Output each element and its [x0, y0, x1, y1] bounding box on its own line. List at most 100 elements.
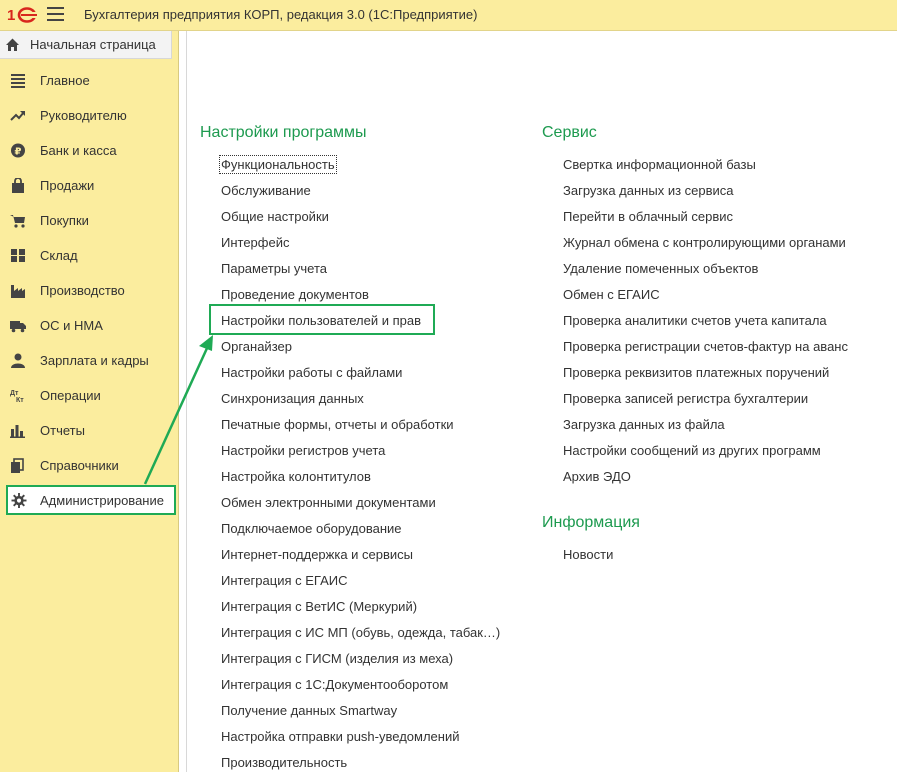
sidebar-item-label: Продажи [40, 178, 95, 193]
link-item[interactable]: Интеграция с ИС МП (обувь, одежда, табак… [221, 625, 500, 640]
hamburger-icon[interactable] [47, 7, 64, 23]
sidebar-item-main[interactable]: Главное [0, 63, 179, 98]
link-item[interactable]: Общие настройки [221, 209, 329, 224]
sidebar-item-reports[interactable]: Отчеты [0, 413, 179, 448]
link-item[interactable]: Обслуживание [221, 183, 311, 198]
link-item[interactable]: Новости [563, 547, 613, 562]
sidebar-item-bank[interactable]: ₽ Банк и касса [0, 133, 179, 168]
link-item[interactable]: Журнал обмена с контролирующими органами [563, 235, 846, 250]
link-item[interactable]: Перейти в облачный сервис [563, 209, 733, 224]
ruble-icon: ₽ [11, 143, 25, 158]
grid-icon [11, 249, 25, 262]
link-label: Обмен с ЕГАИС [563, 287, 660, 302]
cart-icon [10, 215, 25, 228]
link-item[interactable]: Интеграция с ГИСМ (изделия из меха) [221, 651, 453, 666]
link-label: Загрузка данных из сервиса [563, 183, 734, 198]
link-item[interactable]: Синхронизация данных [221, 391, 364, 406]
link-item[interactable]: Проверка записей регистра бухгалтерии [563, 391, 808, 406]
link-item[interactable]: Настройки регистров учета [221, 443, 385, 458]
link-label: Подключаемое оборудование [221, 521, 402, 536]
link-label: Интеграция с ГИСМ (изделия из меха) [221, 651, 454, 666]
link-item[interactable]: Получение данных Smartway [221, 703, 397, 718]
link-label: Проведение документов [221, 287, 369, 302]
link-label: Обслуживание [221, 183, 311, 198]
link-item[interactable]: Интернет-поддержка и сервисы [221, 547, 413, 562]
link-label: Интеграция с ИС МП (обувь, одежда, табак… [221, 625, 501, 640]
svg-text:1: 1 [7, 7, 15, 24]
sidebar-item-assets[interactable]: ОС и НМА [0, 308, 179, 343]
link-item[interactable]: Загрузка данных из файла [563, 417, 725, 432]
sidebar-item-purchases[interactable]: Покупки [0, 203, 179, 238]
sidebar-item-references[interactable]: Справочники [0, 448, 179, 483]
sidebar-item-label: Зарплата и кадры [40, 353, 149, 368]
section-title-service: Сервис [542, 124, 597, 141]
link-label: Перейти в облачный сервис [563, 209, 734, 224]
link-item[interactable]: Настройки сообщений из других программ [563, 443, 821, 458]
link-item[interactable]: Загрузка данных из сервиса [563, 183, 734, 198]
sidebar-item-warehouse[interactable]: Склад [0, 238, 179, 273]
1c-logo-icon[interactable]: 1 [7, 5, 39, 25]
link-item[interactable]: Органайзер [221, 339, 292, 354]
link-label: Проверка регистрации счетов-фактур на ав… [563, 339, 848, 354]
section-title-info: Информация [542, 514, 640, 531]
section-title-program-settings: Настройки программы [200, 124, 367, 141]
sidebar-item-label: Администрирование [40, 493, 164, 508]
link-label: Загрузка данных из файла [563, 417, 725, 432]
link-label: Производительность [221, 755, 348, 770]
sidebar-item-label: Начальная страница [30, 37, 156, 52]
sidebar-item-home[interactable]: Начальная страница [0, 31, 172, 59]
link-item[interactable]: Интеграция с 1С:Документооборотом [221, 677, 448, 692]
link-label: Интеграция с ВетИС (Меркурий) [221, 599, 418, 614]
link-item[interactable]: Свертка информационной базы [563, 157, 756, 172]
link-label: Интеграция с 1С:Документооборотом [221, 677, 449, 692]
link-label: Органайзер [221, 339, 292, 354]
sidebar-item-sales[interactable]: Продажи [0, 168, 179, 203]
sidebar-item-label: Банк и касса [40, 143, 117, 158]
sidebar-nav: Главное Руководителю ₽ Банк и касса Прод… [0, 63, 179, 518]
sidebar-item-label: Справочники [40, 458, 119, 473]
sidebar-item-production[interactable]: Производство [0, 273, 179, 308]
link-item[interactable]: Проверка аналитики счетов учета капитала [563, 313, 827, 328]
link-label: Настройки работы с файлами [221, 365, 403, 380]
link-label: Настройка отправки push-уведомлений [221, 729, 460, 744]
link-item[interactable]: Интеграция с ВетИС (Меркурий) [221, 599, 417, 614]
sidebar: Начальная страница Главное Руководителю … [0, 31, 179, 772]
link-label: Журнал обмена с контролирующими органами [563, 235, 846, 250]
link-item[interactable]: Интерфейс [221, 235, 289, 250]
truck-icon [10, 321, 26, 333]
link-item[interactable]: Проведение документов [221, 287, 369, 302]
link-label: Проверка реквизитов платежных поручений [563, 365, 830, 380]
link-item[interactable]: Проверка реквизитов платежных поручений [563, 365, 829, 380]
title-bar: 1 Бухгалтерия предприятия КОРП, редакция… [0, 0, 897, 31]
sidebar-item-label: Руководителю [40, 108, 127, 123]
dt-kt-icon: Дт Кт [10, 390, 24, 403]
link-item[interactable]: Функциональность [219, 155, 337, 174]
link-item[interactable]: Настройка отправки push-уведомлений [221, 729, 459, 744]
sidebar-item-label: Главное [40, 73, 90, 88]
link-item[interactable]: Архив ЭДО [563, 469, 631, 484]
sidebar-item-label: Склад [40, 248, 78, 263]
sidebar-item-salary[interactable]: Зарплата и кадры [0, 343, 179, 378]
link-item[interactable]: Удаление помеченных объектов [563, 261, 758, 276]
sidebar-item-administration[interactable]: Администрирование [0, 483, 179, 518]
link-item[interactable]: Параметры учета [221, 261, 327, 276]
link-item[interactable]: Обмен электронными документами [221, 495, 436, 510]
link-label: Архив ЭДО [563, 469, 631, 484]
sidebar-item-operations[interactable]: Дт Кт Операции [0, 378, 179, 413]
link-item[interactable]: Печатные формы, отчеты и обработки [221, 417, 454, 432]
link-item[interactable]: Производительность [221, 755, 347, 770]
sidebar-item-director[interactable]: Руководителю [0, 98, 179, 133]
link-item[interactable]: Настройки работы с файлами [221, 365, 402, 380]
link-label: Настройки регистров учета [221, 443, 386, 458]
link-item[interactable]: Настройка колонтитулов [221, 469, 371, 484]
bar-chart-icon [10, 425, 25, 438]
link-item[interactable]: Обмен с ЕГАИС [563, 287, 660, 302]
link-item[interactable]: Интеграция с ЕГАИС [221, 573, 347, 588]
link-label: Проверка аналитики счетов учета капитала [563, 313, 827, 328]
panel-divider [179, 31, 187, 772]
link-label: Получение данных Smartway [221, 703, 398, 718]
link-item[interactable]: Подключаемое оборудование [221, 521, 402, 536]
home-icon [6, 38, 19, 51]
link-item[interactable]: Проверка регистрации счетов-фактур на ав… [563, 339, 848, 354]
link-label: Интеграция с ЕГАИС [221, 573, 348, 588]
